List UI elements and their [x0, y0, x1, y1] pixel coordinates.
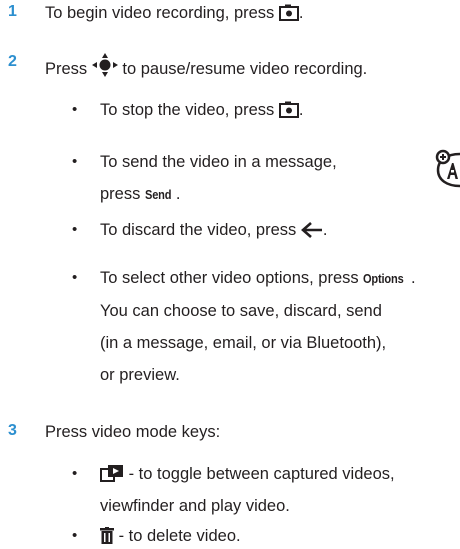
bullet: •: [72, 101, 78, 118]
bullet-text: - to delete video.: [100, 526, 241, 546]
accessory-badge-icon: [435, 149, 460, 188]
bullet-text: - to toggle between captured videos, vie…: [100, 465, 395, 515]
step-text: Press video mode keys:: [45, 423, 221, 441]
bullet: •: [72, 527, 78, 544]
bullet-text: To select other video options, press Opt…: [100, 262, 416, 391]
bullet-text: To discard the video, press .: [100, 221, 328, 239]
camera-key-icon: [278, 4, 299, 21]
step-number: 2: [8, 53, 17, 70]
bullet: •: [72, 269, 78, 286]
navigation-key-icon: [91, 53, 118, 77]
step-number: 1: [8, 3, 17, 20]
step-number: 3: [8, 422, 17, 439]
step-text: Press to pause/resume video recording.: [45, 53, 367, 79]
options-key-label: Options: [363, 271, 404, 286]
trash-icon: [100, 527, 114, 544]
bullet-text: To send the video in a message, press Se…: [100, 146, 337, 211]
bullet: •: [72, 221, 78, 238]
bullet-text: To stop the video, press .: [100, 101, 304, 119]
camera-key-icon: [278, 101, 299, 118]
send-key-label: Send: [144, 187, 172, 202]
toggle-video-icon: [100, 465, 123, 482]
step-text: To begin video recording, press .: [45, 4, 304, 22]
back-arrow-icon: [300, 222, 322, 238]
bullet: •: [72, 153, 78, 170]
bullet: •: [72, 465, 78, 482]
